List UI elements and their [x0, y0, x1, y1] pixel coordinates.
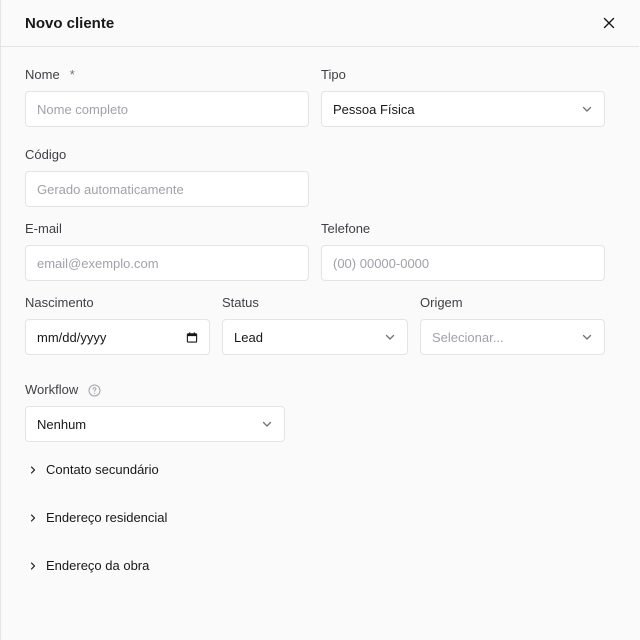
nome-input-wrapper: [25, 91, 309, 127]
form-body: Nome * Tipo Pessoa Física Cód: [1, 67, 639, 574]
section-label: Endereço residencial: [46, 509, 168, 525]
dialog-title: Novo cliente: [25, 14, 115, 32]
nome-input[interactable]: [37, 101, 297, 117]
nome-field: Nome *: [25, 67, 309, 127]
section-endereco-residencial[interactable]: Endereço residencial: [25, 508, 605, 526]
dialog-header: Novo cliente: [1, 0, 639, 47]
telefone-input-wrapper: [321, 245, 605, 281]
chevron-down-icon: [384, 331, 396, 343]
chevron-right-icon: [29, 558, 37, 573]
nascimento-label: Nascimento: [25, 295, 94, 310]
origem-field: Origem Selecionar...: [420, 295, 605, 355]
tipo-label: Tipo: [321, 67, 346, 82]
codigo-label: Código: [25, 147, 67, 162]
workflow-select[interactable]: Nenhum: [25, 406, 285, 442]
codigo-input-wrapper: [25, 171, 309, 207]
section-contato-secundario[interactable]: Contato secundário: [25, 460, 605, 478]
telefone-field: Telefone: [321, 221, 605, 281]
origem-select[interactable]: Selecionar...: [420, 319, 605, 355]
chevron-down-icon: [581, 103, 593, 115]
email-label: E-mail: [25, 221, 62, 236]
codigo-field: Código: [25, 147, 309, 207]
email-input[interactable]: [37, 255, 297, 271]
tipo-selected-value: Pessoa Física: [333, 101, 415, 117]
chevron-down-icon: [581, 331, 593, 343]
workflow-selected-value: Nenhum: [37, 416, 87, 432]
telefone-input[interactable]: [333, 255, 593, 271]
chevron-down-icon: [261, 418, 273, 430]
status-select[interactable]: Lead: [222, 319, 408, 355]
date-value: mm/dd/yyyy: [37, 329, 107, 345]
close-button[interactable]: [599, 13, 619, 33]
codigo-input[interactable]: [37, 181, 297, 197]
workflow-label: Workflow: [25, 382, 79, 397]
origem-label: Origem: [420, 295, 463, 310]
nome-label: Nome: [25, 67, 60, 82]
nascimento-date-input[interactable]: mm/dd/yyyy: [25, 319, 210, 355]
tipo-field: Tipo Pessoa Física: [321, 67, 605, 127]
section-label: Contato secundário: [46, 461, 159, 477]
section-label: Endereço da obra: [46, 557, 150, 573]
status-label: Status: [222, 295, 259, 310]
chevron-right-icon: [29, 510, 37, 525]
required-mark: *: [69, 67, 75, 82]
email-input-wrapper: [25, 245, 309, 281]
close-icon: [603, 17, 615, 29]
chevron-right-icon: [29, 462, 37, 477]
origem-placeholder: Selecionar...: [432, 329, 504, 345]
workflow-field: Workflow Nenhum: [25, 382, 285, 442]
status-field: Status Lead: [222, 295, 408, 355]
section-endereco-obra[interactable]: Endereço da obra: [25, 556, 605, 574]
status-selected-value: Lead: [234, 329, 263, 345]
tipo-select[interactable]: Pessoa Física: [321, 91, 605, 127]
email-field: E-mail: [25, 221, 309, 281]
telefone-label: Telefone: [321, 221, 371, 236]
calendar-icon[interactable]: [186, 331, 198, 343]
new-client-dialog: Novo cliente Nome * Tipo Pessoa Fís: [0, 0, 639, 640]
nascimento-field: Nascimento mm/dd/yyyy: [25, 295, 210, 355]
help-circle-icon[interactable]: [88, 384, 101, 397]
